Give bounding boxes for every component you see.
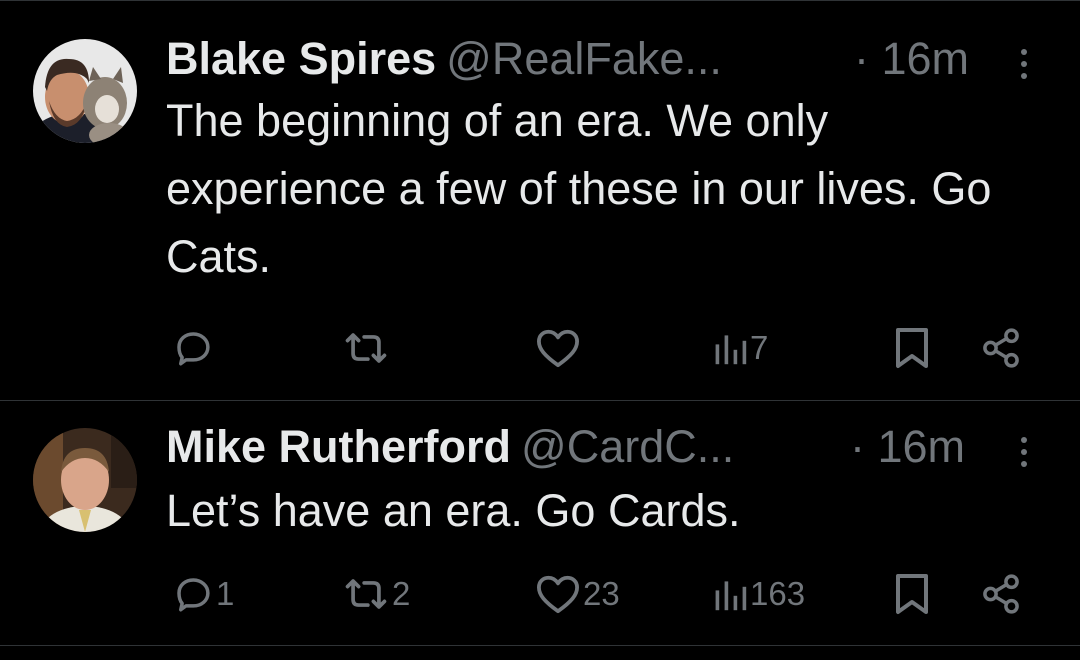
reply-button[interactable] <box>172 323 216 373</box>
share-nodes-icon <box>983 328 1019 368</box>
vertical-ellipsis-icon <box>1021 437 1027 443</box>
reply-count: 1 <box>216 575 235 612</box>
tweet-header: Blake Spires @RealFake... · 16m <box>166 31 1026 87</box>
more-options-button[interactable] <box>1016 431 1034 471</box>
bar-chart-icon <box>715 335 747 365</box>
author-name[interactable]: Mike Rutherford <box>166 421 511 472</box>
bookmark-button[interactable] <box>892 569 932 619</box>
tweet-text: Let’s have an era. Go Cards. <box>166 485 741 536</box>
reply-button[interactable]: 1 <box>172 569 234 619</box>
profile-photo-icon <box>33 39 137 143</box>
share-button[interactable] <box>980 569 1022 619</box>
like-button[interactable]: 23 <box>535 569 620 619</box>
profile-photo-icon <box>33 428 137 532</box>
tweet-text: The beginning of an era. We only experie… <box>166 95 992 282</box>
speech-bubble-icon <box>177 332 210 366</box>
heart-icon <box>537 329 579 368</box>
vertical-ellipsis-icon <box>1021 49 1027 55</box>
timestamp[interactable]: · 16m <box>850 419 965 475</box>
repost-button[interactable]: 2 <box>342 569 410 619</box>
more-options-button[interactable] <box>1016 43 1034 83</box>
avatar[interactable] <box>33 428 137 532</box>
share-button[interactable] <box>980 323 1022 373</box>
like-button[interactable] <box>535 323 583 373</box>
bookmark-icon <box>896 328 928 368</box>
bookmark-button[interactable] <box>892 323 932 373</box>
like-count: 23 <box>583 575 620 612</box>
repost-button[interactable] <box>342 323 392 373</box>
tweet-actions: 1 2 23 163 <box>0 569 1080 619</box>
author-handle[interactable]: @RealFake... <box>446 33 722 84</box>
views-button[interactable]: 163 <box>712 569 805 619</box>
speech-bubble-icon <box>177 578 210 612</box>
repost-arrows-icon <box>345 333 387 363</box>
tweet[interactable]: Blake Spires @RealFake... · 16m The begin… <box>0 0 1080 401</box>
views-button[interactable]: 7 <box>712 323 768 373</box>
tweet-actions: 7 <box>0 323 1080 373</box>
views-count: 7 <box>750 329 769 366</box>
bookmark-icon <box>896 574 928 614</box>
bar-chart-icon <box>715 581 747 611</box>
author-handle[interactable]: @CardC... <box>521 421 734 472</box>
repost-count: 2 <box>392 575 411 612</box>
tweet[interactable]: Mike Rutherford @CardC... · 16m Let’s hav… <box>0 400 1080 646</box>
avatar[interactable] <box>33 39 137 143</box>
tweet-header: Mike Rutherford @CardC... · 16m <box>166 419 1026 475</box>
heart-icon <box>537 575 579 614</box>
author-name[interactable]: Blake Spires <box>166 33 436 84</box>
repost-arrows-icon <box>345 579 387 609</box>
timestamp[interactable]: · 16m <box>854 31 969 87</box>
views-count: 163 <box>750 575 806 612</box>
share-nodes-icon <box>983 574 1019 614</box>
